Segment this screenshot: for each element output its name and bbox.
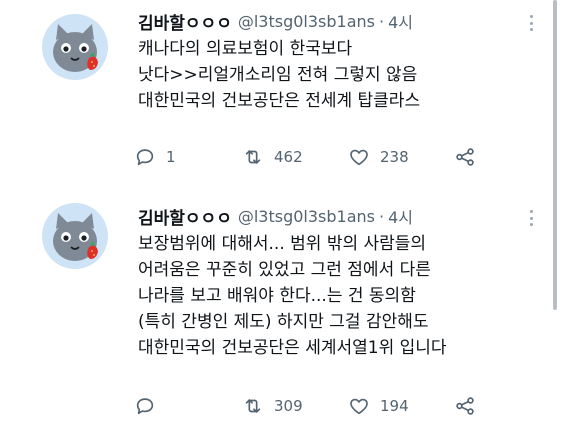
- reply-button[interactable]: [134, 393, 166, 419]
- tweet[interactable]: 김바할ㅇㅇㅇ @l3tsg0l3sb1ans · 4시 보장범위에 대해서...…: [0, 0, 560, 433]
- timestamp[interactable]: 4시: [388, 204, 413, 228]
- share-icon: [456, 397, 474, 415]
- like-button[interactable]: 194: [348, 393, 409, 419]
- tweet-text-line: 어려움은 꾸준히 있었고 그런 점에서 다른: [138, 260, 431, 280]
- author-handle[interactable]: @l3tsg0l3sb1ans: [238, 207, 375, 226]
- retweet-button[interactable]: 309: [242, 393, 303, 419]
- tweet-actions: 309 194: [134, 393, 494, 419]
- author-name[interactable]: 김바할ㅇㅇㅇ: [138, 204, 232, 229]
- retweet-count: 309: [274, 397, 303, 415]
- reply-icon: [136, 398, 154, 415]
- tweet-text: 보장범위에 대해서... 범위 밖의 사람들의 어려움은 꾸준히 있었고 그런 …: [138, 231, 538, 361]
- tweet-text-line: 보장범위에 대해서... 범위 밖의 사람들의: [138, 234, 427, 254]
- retweet-icon: [245, 399, 261, 413]
- separator: ·: [379, 206, 385, 226]
- tweet-text-line: 대한민국의 건보공단은 세계서열1위 입니다: [138, 338, 447, 358]
- scrollbar[interactable]: [553, 0, 557, 310]
- avatar[interactable]: [42, 203, 108, 269]
- share-button[interactable]: [454, 393, 476, 419]
- like-count: 194: [380, 397, 409, 415]
- more-dots-icon[interactable]: [524, 207, 538, 229]
- tweet-text-line: (특히 간병인 제도) 하지만 그걸 감안해도: [138, 312, 429, 332]
- tweet-feed: 김바할ㅇㅇㅇ @l3tsg0l3sb1ans · 4시 캐나다의 의료보험이 한…: [0, 0, 577, 433]
- tweet-text-line: 나라를 보고 배워야 한다...는 건 동의함: [138, 286, 416, 306]
- tweet-header: 김바할ㅇㅇㅇ @l3tsg0l3sb1ans · 4시: [138, 203, 413, 229]
- heart-icon: [350, 398, 368, 415]
- gray-cat-with-strawberry-icon: [53, 213, 98, 261]
